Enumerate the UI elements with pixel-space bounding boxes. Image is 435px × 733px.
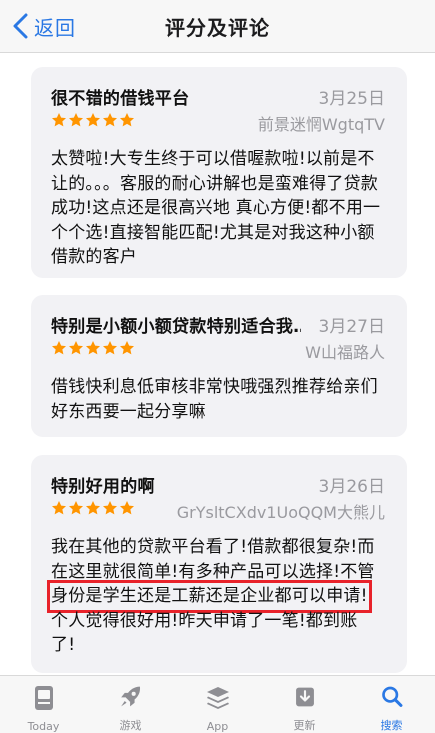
review-body: 我在其他的贷款平台看了!借款都很复杂!而 在这里就很简单!有多种产品可以选择!不…: [47, 535, 387, 658]
review-body-line: 了!: [51, 635, 76, 655]
tab-today[interactable]: Today: [0, 676, 87, 733]
star-icon: [69, 113, 83, 127]
review-date: 3月27日: [318, 317, 385, 337]
review-author: W山福路人: [305, 343, 385, 362]
review-body-line: 我在其他的贷款平台看了!借款都很复杂!而: [51, 537, 375, 557]
star-icon: [120, 113, 134, 127]
reviews-list[interactable]: 很不错的借钱平台 3月25日 前景迷惘WgtqTV 太赞啦!大专生终于可以借喔款…: [0, 53, 435, 675]
star-icon: [103, 501, 117, 515]
tab-label: 游戏: [119, 719, 142, 732]
rocket-icon: [120, 686, 140, 707]
tab-updates[interactable]: 更新: [261, 676, 348, 733]
tab-label: Today: [27, 720, 60, 733]
star-rating: [51, 500, 135, 516]
star-icon: [120, 341, 134, 355]
review-date: 3月26日: [318, 477, 385, 497]
review-title: 很不错的借钱平台: [51, 89, 190, 109]
star-icon: [120, 501, 134, 515]
tab-label: 搜索: [380, 719, 403, 732]
tab-search[interactable]: 搜索: [348, 676, 435, 733]
review-author: GrYsltCXdv1UoQQM大熊儿: [176, 503, 385, 522]
today-icon: [34, 686, 53, 710]
star-icon: [86, 501, 100, 515]
star-icon: [52, 341, 66, 355]
review-body: 太赞啦!大专生终于可以借喔款啦!以前是不让的。。。客服的耐心讲解也是蛮难得了贷款…: [51, 149, 381, 267]
review-card[interactable]: 特别好用的啊 3月26日 GrYsltCXdv1UoQQM大熊儿 我在其他的贷款…: [31, 455, 407, 673]
star-rating: [51, 340, 135, 356]
page-title: 评分及评论: [165, 16, 270, 40]
star-icon: [69, 341, 83, 355]
star-icon: [103, 113, 117, 127]
review-author: 前景迷惘WgtqTV: [257, 115, 385, 134]
review-card[interactable]: 特别是小额小额贷款特别适合我… 3月27日 W山福路人 借钱快利息低审核非常快哦…: [31, 295, 407, 437]
download-icon: [295, 687, 314, 707]
navigation-bar: 返回 评分及评论: [0, 0, 435, 53]
star-icon: [103, 341, 117, 355]
review-body-line: 在这里就很简单!有多种产品可以选择!不管: [51, 561, 375, 582]
review-card[interactable]: 很不错的借钱平台 3月25日 前景迷惘WgtqTV 太赞啦!大专生终于可以借喔款…: [31, 67, 407, 278]
review-body: 借钱快利息低审核非常快哦强烈推荐给亲们好东西要一起分享嘛: [51, 377, 378, 422]
search-icon: [381, 686, 402, 707]
star-rating: [51, 112, 135, 128]
star-icon: [86, 113, 100, 127]
review-date: 3月25日: [318, 89, 385, 109]
review-title: 特别是小额小额贷款特别适合我…: [51, 317, 301, 337]
highlighted-review-line: 身份是学生还是工薪还是企业都可以申请!: [47, 580, 372, 613]
layers-icon: [206, 687, 229, 709]
tab-games[interactable]: 游戏: [87, 676, 174, 733]
star-icon: [69, 501, 83, 515]
star-icon: [52, 113, 66, 127]
tab-label: App: [206, 720, 229, 733]
star-icon: [86, 341, 100, 355]
star-icon: [52, 501, 66, 515]
tab-apps[interactable]: App: [174, 676, 261, 733]
review-title: 特别好用的啊: [51, 477, 155, 497]
tab-label: 更新: [293, 719, 316, 732]
tab-bar: Today 游戏 App 更新 搜索: [0, 675, 435, 733]
review-body-line: 个人觉得很好用!昨天申请了一笔!都到账: [51, 610, 358, 631]
